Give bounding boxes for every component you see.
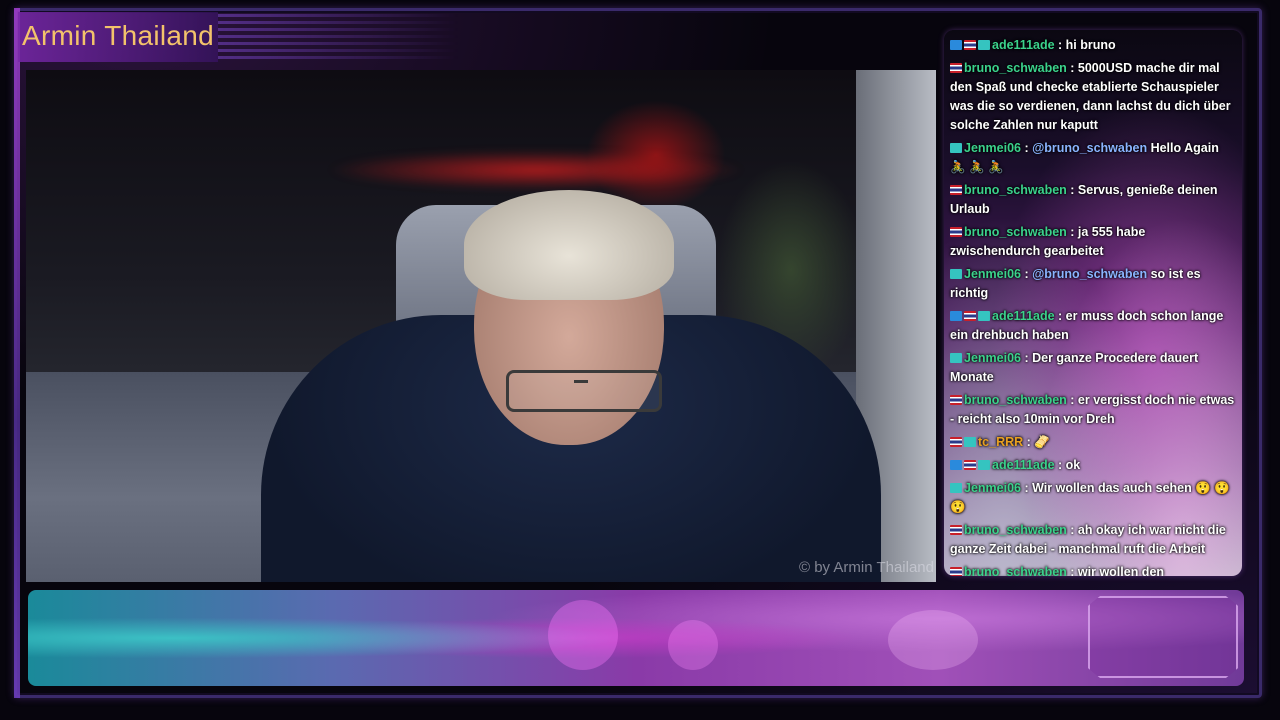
flag-badge-icon [964,311,976,321]
star-badge-icon [950,460,962,470]
bottom-banner [28,590,1244,686]
flag-badge-icon [950,63,962,73]
chat-username[interactable]: Jenmei06 [964,141,1021,155]
flag-badge-icon [950,395,962,405]
chat-message: Jenmei06 : @bruno_schwaben so ist es ric… [950,267,1201,300]
chat-username[interactable]: Jenmei06 [964,481,1021,495]
chat-username[interactable]: ade111ade [992,309,1055,323]
chat-username[interactable]: tc_RRR [978,435,1023,449]
chat-mention[interactable]: @bruno_schwaben [1032,267,1147,281]
banner-bokeh [888,610,978,670]
banner-bokeh [668,620,718,670]
chat-message: Jenmei06 : Wir wollen das auch sehen 😲 😲… [950,481,1230,514]
chat-message: ade111ade : hi bruno [950,36,1236,55]
chat-username[interactable]: ade111ade [992,458,1055,472]
sub-badge-icon [950,353,962,363]
chat-message-list: ade111ade : hi bruno bruno_schwaben : 500… [944,30,1242,576]
sub-badge-icon [950,483,962,493]
chat-message: Jenmei06 : Der ganze Procedere dauert Mo… [950,351,1199,384]
video-glasses-bridge [574,380,588,383]
chat-message: bruno_schwaben : er vergisst doch nie et… [950,393,1235,426]
video-watermark: © by Armin Thailand [798,559,934,576]
webcam-video: © by Armin Thailand [26,70,936,582]
sub-badge-icon [964,437,976,447]
chat-message: bruno_schwaben : Servus, genieße deinen … [950,183,1218,216]
flag-badge-icon [950,227,962,237]
banner-hud-box [1088,596,1238,678]
banner-bokeh [548,600,618,670]
chat-username[interactable]: Jenmei06 [964,351,1021,365]
chat-username[interactable]: bruno_schwaben [964,565,1067,576]
sub-badge-icon [950,269,962,279]
chat-message-text: er muss doch schon lange ein drehbuch ha… [950,309,1224,342]
chat-message: Jenmei06 : @bruno_schwaben Hello Again 🚴… [950,141,1219,174]
video-person-hair [464,190,674,300]
flag-badge-icon [950,525,962,535]
flag-badge-icon [950,437,962,447]
chat-message-text: 🫔 [1034,435,1050,449]
flag-badge-icon [950,185,962,195]
chat-username[interactable]: bruno_schwaben [964,393,1067,407]
sub-badge-icon [978,40,990,50]
video-person-glasses [506,370,662,412]
chat-panel[interactable]: ade111ade : hi bruno bruno_schwaben : 500… [944,30,1242,576]
chat-username[interactable]: bruno_schwaben [964,183,1067,197]
star-badge-icon [950,40,962,50]
chat-message: bruno_schwaben : ja 555 habe zwischendur… [950,225,1146,258]
star-badge-icon [950,311,962,321]
chat-message-text: ok [1065,458,1081,472]
chat-message: bruno_schwaben : wir wollen den Meldemus… [950,563,1236,576]
sub-badge-icon [950,143,962,153]
flag-badge-icon [964,460,976,470]
sub-badge-icon [978,311,990,321]
sub-badge-icon [978,460,990,470]
chat-message: bruno_schwaben : 5000USD mache dir mal d… [950,61,1231,132]
flag-badge-icon [964,40,976,50]
stream-title: Armin Thailand [22,20,214,51]
chat-username[interactable]: ade111ade [992,38,1055,52]
flag-badge-icon [950,567,962,576]
chat-message: tc_RRR : 🫔 [950,433,1236,452]
chat-mention[interactable]: @bruno_schwaben [1032,141,1147,155]
chat-username[interactable]: bruno_schwaben [964,225,1067,239]
chat-message: bruno_schwaben : ah okay ich war nicht d… [950,523,1226,556]
chat-message: ade111ade : ok [950,456,1236,475]
chat-username[interactable]: bruno_schwaben [964,523,1067,537]
chat-username[interactable]: Jenmei06 [964,267,1021,281]
chat-message: ade111ade : er muss doch schon lange ein… [950,309,1224,342]
chat-username[interactable]: bruno_schwaben [964,61,1067,75]
frame-glow [14,8,20,698]
chat-message-text: hi bruno [1065,38,1116,52]
title-stripes-decoration [218,14,458,62]
